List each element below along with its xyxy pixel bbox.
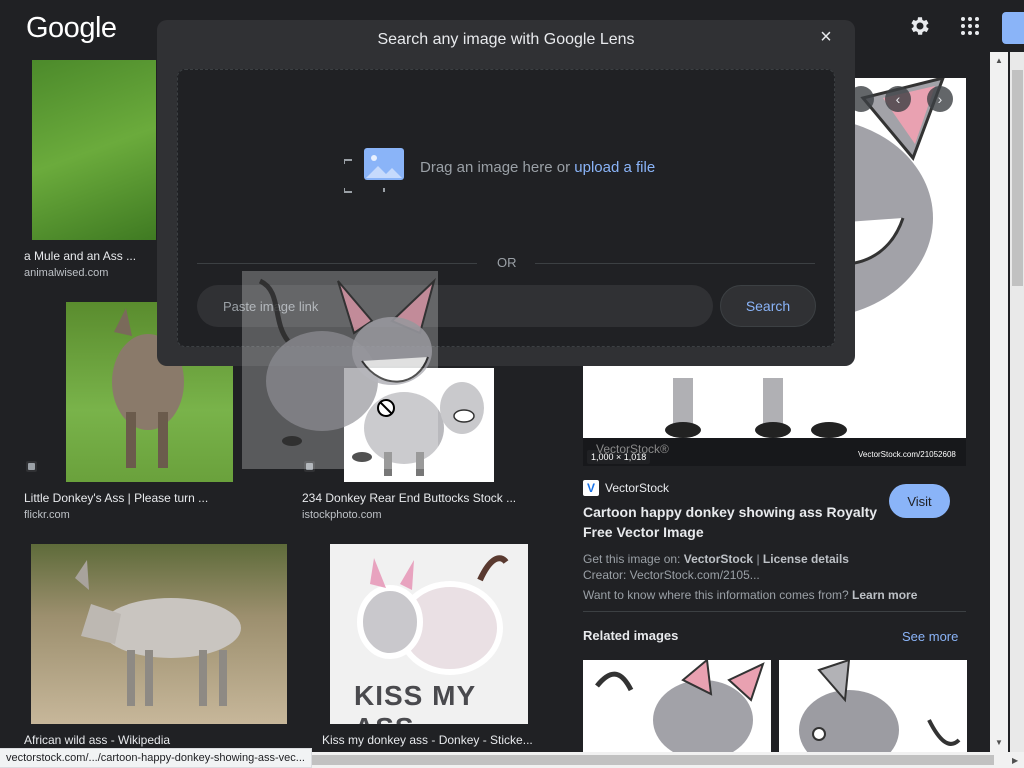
image-upload-icon bbox=[344, 148, 404, 193]
vectorstock-logo: V bbox=[583, 480, 599, 496]
related-images-heading: Related images bbox=[583, 628, 679, 643]
lens-search-button[interactable]: Search bbox=[720, 285, 816, 327]
drag-text: Drag an image here or bbox=[420, 159, 571, 176]
lens-dialog-title: Search any image with Google Lens bbox=[377, 31, 635, 48]
wild-ass-photo bbox=[75, 560, 241, 706]
scroll-right-arrow[interactable]: ▶ bbox=[1012, 756, 1018, 765]
result-image-african-wild-ass[interactable] bbox=[31, 544, 287, 724]
panel-scrollbar-track bbox=[990, 52, 1008, 752]
get-image-prefix: Get this image on: bbox=[583, 552, 681, 566]
or-divider-left bbox=[197, 263, 477, 264]
license-details-link[interactable]: License details bbox=[763, 552, 849, 566]
ghost-donkey-art bbox=[258, 277, 436, 462]
account-button[interactable] bbox=[1002, 12, 1024, 44]
result-caption[interactable]: Little Donkey's Ass | Please turn ... bbox=[24, 491, 208, 505]
source-stamp: VectorStock.com/21052608 bbox=[858, 450, 956, 459]
or-label: OR bbox=[497, 255, 517, 270]
scroll-up-arrow[interactable]: ▲ bbox=[995, 56, 1003, 65]
dragged-image-ghost bbox=[242, 271, 438, 469]
or-divider-right bbox=[535, 263, 815, 264]
creator-text: Creator: VectorStock.com/2105... bbox=[583, 568, 760, 582]
result-source: animalwised.com bbox=[24, 267, 109, 279]
apps-icon[interactable] bbox=[958, 14, 982, 38]
visit-button[interactable]: Visit bbox=[889, 484, 950, 518]
site-name: VectorStock bbox=[605, 481, 670, 495]
result-image-mule[interactable] bbox=[32, 60, 156, 240]
result-source: istockphoto.com bbox=[302, 509, 382, 521]
next-button[interactable]: › bbox=[927, 86, 953, 112]
learn-more-link[interactable]: Learn more bbox=[852, 588, 917, 602]
drag-instruction: Drag an image here or upload a file bbox=[420, 159, 655, 176]
close-icon[interactable]: × bbox=[817, 27, 835, 47]
meta-separator: | bbox=[756, 552, 760, 566]
see-more-link[interactable]: See more bbox=[902, 629, 958, 644]
result-caption[interactable]: Kiss my donkey ass - Donkey - Sticke... bbox=[322, 733, 533, 747]
divider bbox=[583, 611, 966, 612]
preview-title[interactable]: Cartoon happy donkey showing ass Royalty… bbox=[583, 502, 883, 542]
result-caption[interactable]: 234 Donkey Rear End Buttocks Stock ... bbox=[302, 491, 516, 505]
related-donkey-art bbox=[595, 660, 765, 752]
info-question: Want to know where this information come… bbox=[583, 588, 849, 602]
no-drop-cursor-icon bbox=[377, 399, 395, 417]
related-donkey-art bbox=[799, 660, 961, 752]
watermark-text: VectorStock® bbox=[596, 442, 669, 456]
related-image[interactable] bbox=[779, 660, 967, 752]
google-logo[interactable]: Google bbox=[26, 12, 117, 45]
page-scrollbar-thumb[interactable] bbox=[1012, 70, 1023, 286]
related-image[interactable] bbox=[583, 660, 771, 752]
previous-button[interactable]: ‹ bbox=[885, 86, 911, 112]
upload-file-link[interactable]: upload a file bbox=[574, 159, 655, 176]
get-image-row: Get this image on: VectorStock | License… bbox=[583, 552, 849, 566]
result-caption[interactable]: a Mule and an Ass ... bbox=[24, 249, 136, 263]
scroll-down-arrow[interactable]: ▼ bbox=[995, 738, 1003, 747]
gear-icon[interactable] bbox=[908, 14, 932, 38]
sticker-text: KISS MY ASS bbox=[354, 680, 476, 724]
image-type-icon bbox=[26, 461, 37, 472]
result-source: flickr.com bbox=[24, 509, 70, 521]
get-image-site-link[interactable]: VectorStock bbox=[684, 552, 753, 566]
result-image-kiss-sticker[interactable]: KISS MY ASS bbox=[330, 544, 528, 724]
site-row[interactable]: V VectorStock bbox=[583, 480, 669, 496]
info-question-row: Want to know where this information come… bbox=[583, 588, 917, 602]
result-caption[interactable]: African wild ass - Wikipedia bbox=[24, 733, 170, 747]
status-bar-url: vectorstock.com/.../cartoon-happy-donkey… bbox=[0, 748, 312, 768]
